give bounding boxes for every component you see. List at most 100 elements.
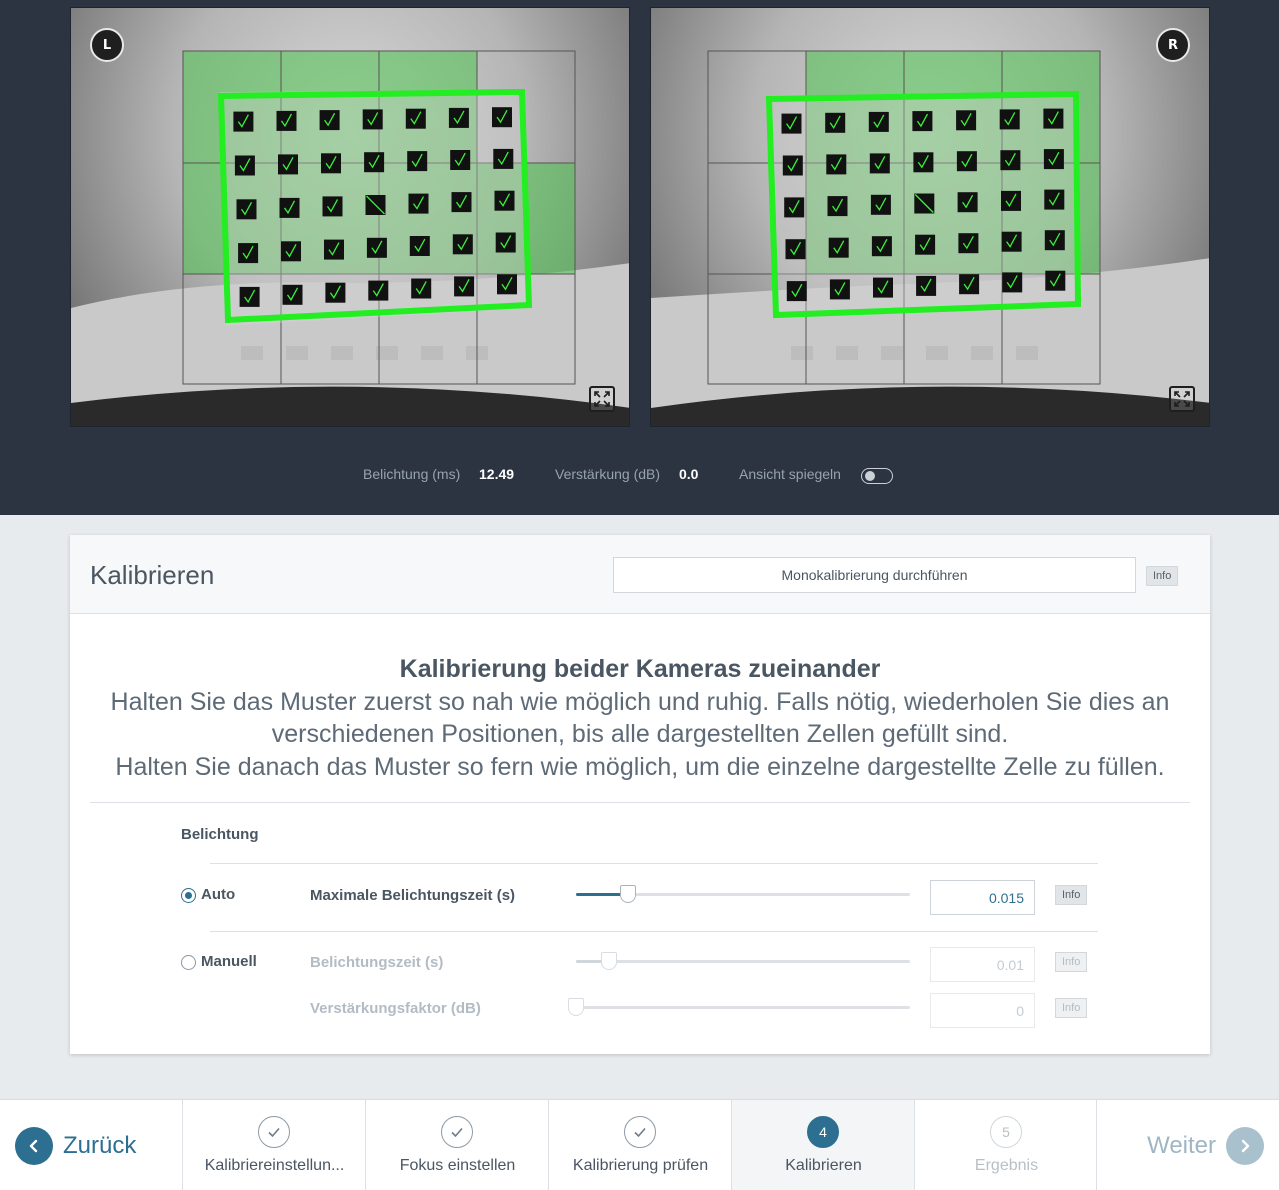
gain-factor-input[interactable]: [930, 993, 1035, 1028]
calibration-marker: [234, 155, 255, 176]
instruction-title: Kalibrierung beider Kameras zueinander: [399, 655, 881, 683]
calibration-marker: [409, 236, 430, 256]
slider-thumb[interactable]: [601, 952, 618, 970]
wizard-step-1[interactable]: Kalibriereinstellun...: [182, 1100, 365, 1190]
manual-label: Manuell: [201, 953, 257, 970]
calibration-marker: [276, 110, 297, 131]
exposure-time-label: Belichtungszeit (s): [310, 954, 444, 971]
wizard-step-4[interactable]: 4 Kalibrieren: [731, 1100, 914, 1190]
gain-factor-label: Verstärkungsfaktor (dB): [310, 1000, 481, 1017]
back-button[interactable]: Zurück: [15, 1100, 182, 1190]
calibration-marker: [411, 278, 432, 299]
calibration-marker: [827, 196, 848, 217]
step-label: Kalibrierung prüfen: [572, 1157, 709, 1174]
calibration-marker: [494, 190, 515, 211]
calibration-marker: [958, 233, 979, 254]
calibration-marker: [828, 237, 849, 258]
check-icon: [441, 1116, 473, 1148]
calibration-marker: [368, 280, 389, 301]
calibration-marker: [408, 193, 429, 214]
right-camera-view: R: [650, 7, 1210, 427]
calibration-marker: [999, 109, 1020, 130]
divider: [90, 802, 1190, 803]
gain-db-value: 0.0: [679, 466, 699, 482]
wizard-step-5[interactable]: 5 Ergebnis: [914, 1100, 1097, 1190]
wizard-step-2[interactable]: Fokus einstellen: [365, 1100, 548, 1190]
mono-info-button[interactable]: Info: [1146, 566, 1179, 586]
calibration-marker: [362, 109, 383, 130]
step-label: Kalibriereinstellun...: [204, 1157, 345, 1174]
right-expand-icon[interactable]: [1169, 386, 1195, 412]
left-camera-view: L: [70, 7, 630, 427]
calibration-marker: [282, 284, 303, 305]
calibration-marker: [236, 199, 257, 220]
manual-radio[interactable]: [181, 955, 196, 970]
mirror-view-toggle[interactable]: [861, 468, 893, 484]
calibration-marker: [1043, 149, 1064, 170]
card-header: Kalibrieren Monokalibrierung durchführen…: [70, 535, 1210, 614]
exposure-ms-value: 12.49: [479, 466, 515, 482]
calibration-marker: [1045, 270, 1066, 291]
auto-label: Auto: [201, 886, 236, 903]
left-expand-icon[interactable]: [589, 386, 615, 412]
step-label: Kalibrieren: [785, 1157, 862, 1174]
calibration-marker: [784, 197, 805, 218]
camera-area: L R Belichtung (ms) 12.49 Verstärkung (d…: [0, 0, 1279, 515]
max-exposure-info-button[interactable]: Info: [1055, 885, 1088, 905]
calibration-marker: [492, 107, 512, 128]
chevron-right-icon: [1226, 1126, 1264, 1165]
calibration-marker: [279, 197, 300, 218]
calibration-marker: [278, 154, 298, 175]
calibration-marker: [452, 234, 473, 255]
calibration-marker: [493, 148, 514, 169]
calibration-marker: [1044, 230, 1065, 251]
calibration-marker: [781, 113, 802, 134]
gain-factor-info-button[interactable]: Info: [1055, 998, 1088, 1018]
card-title: Kalibrieren: [90, 560, 215, 590]
max-exposure-input[interactable]: [930, 880, 1035, 915]
mono-calibration-button[interactable]: Monokalibrierung durchführen: [613, 557, 1136, 593]
exposure-time-slider[interactable]: [576, 952, 910, 970]
calibration-marker: [281, 241, 301, 262]
step-number: 5: [990, 1116, 1022, 1148]
calibration-marker: [913, 152, 934, 173]
wizard-step-3[interactable]: Kalibrierung prüfen: [548, 1100, 731, 1190]
calibration-marker: [239, 286, 260, 307]
calibration-marker: [1001, 231, 1022, 252]
calibration-marker: [1002, 272, 1023, 293]
calibration-marker: [869, 153, 890, 174]
calibration-marker: [454, 276, 475, 297]
slider-thumb[interactable]: [619, 885, 636, 903]
calibration-marker: [322, 196, 343, 217]
max-exposure-slider[interactable]: [576, 885, 910, 903]
calibration-marker: [324, 239, 344, 260]
toggle-knob: [865, 471, 875, 481]
calibration-marker: [873, 277, 893, 298]
right-camera-badge: R: [1156, 28, 1190, 62]
calibration-marker: [233, 111, 254, 132]
exposure-section-title: Belichtung: [181, 826, 259, 843]
calibration-marker: [1044, 189, 1065, 210]
row-divider: [210, 931, 1098, 932]
expand-icon: [1174, 391, 1190, 407]
auto-radio[interactable]: [181, 888, 196, 903]
instruction-line-1: Halten Sie das Muster zuerst so nah wie …: [110, 688, 1170, 716]
slider-thumb[interactable]: [568, 998, 584, 1016]
calibration-marker: [871, 236, 892, 257]
calibration-marker: [238, 243, 259, 264]
max-exposure-label: Maximale Belichtungszeit (s): [310, 887, 516, 904]
calibration-marker: [325, 282, 346, 303]
check-icon: [624, 1116, 656, 1148]
exposure-time-info-button[interactable]: Info: [1055, 952, 1088, 972]
calibration-marker: [959, 274, 980, 295]
calibration-marker: [829, 279, 850, 300]
calibration-marker: [916, 275, 937, 296]
calibrate-card: Kalibrieren Monokalibrierung durchführen…: [70, 535, 1210, 1054]
gain-factor-slider[interactable]: [568, 998, 910, 1016]
calibration-marker: [957, 192, 978, 213]
next-button[interactable]: Weiter: [1097, 1100, 1264, 1190]
chevron-left-icon: [15, 1126, 53, 1165]
exposure-ms-label: Belichtung (ms): [363, 466, 461, 482]
exposure-time-input[interactable]: [930, 947, 1035, 982]
calibration-marker: [319, 110, 340, 131]
